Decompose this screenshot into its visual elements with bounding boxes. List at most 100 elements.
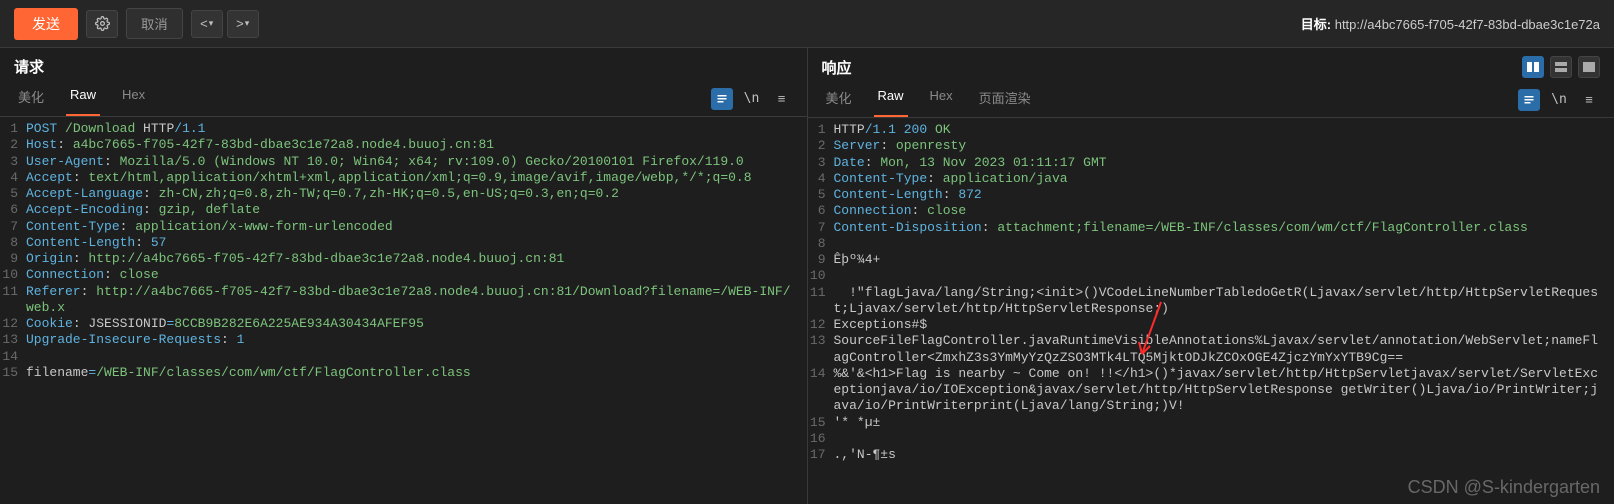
tab-hex-resp[interactable]: Hex [926,82,957,117]
menu-button-resp[interactable]: ≡ [1578,89,1600,111]
line-content [834,236,1614,252]
tab-raw-resp[interactable]: Raw [874,82,908,117]
line-number: 12 [0,316,26,332]
line-number: 10 [0,267,26,283]
line-content: Accept-Encoding: gzip, deflate [26,202,807,218]
code-line: 10 [808,268,1614,284]
line-number: 11 [0,284,26,317]
settings-button[interactable] [86,10,118,38]
line-number: 3 [808,155,834,171]
code-line: 6Accept-Encoding: gzip, deflate [0,202,807,218]
code-line: 9Êþº¾4+ [808,252,1614,268]
code-line: 10Connection: close [0,267,807,283]
line-number: 4 [808,171,834,187]
line-content [834,431,1614,447]
line-number: 7 [0,219,26,235]
actions-icon [716,93,728,105]
code-line: 8Content-Length: 57 [0,235,807,251]
request-code[interactable]: 1POST /Download HTTP/1.12Host: a4bc7665-… [0,117,807,504]
line-number: 8 [0,235,26,251]
line-number: 16 [808,431,834,447]
newline-icon: \n [744,91,760,106]
response-title: 响应 [822,57,852,78]
line-content: Host: a4bc7665-f705-42f7-83bd-dbae3c1e72… [26,137,807,153]
line-number: 3 [0,154,26,170]
line-number: 14 [808,366,834,415]
line-number: 13 [808,333,834,366]
menu-button[interactable]: ≡ [771,88,793,110]
send-button[interactable]: 发送 [14,8,78,40]
chevron-right-icon: > [236,16,244,31]
line-content: Server: openresty [834,138,1614,154]
newline-toggle[interactable]: \n [741,88,763,110]
line-number: 2 [0,137,26,153]
line-content: SourceFileFlagController.javaRuntimeVisi… [834,333,1614,366]
code-line: 7Content-Type: application/x-www-form-ur… [0,219,807,235]
line-number: 8 [808,236,834,252]
line-content: !"flagLjava/lang/String;<init>()VCodeLin… [834,285,1614,318]
actions-button-resp[interactable] [1518,89,1540,111]
layout-split-button[interactable] [1522,56,1544,78]
tab-raw[interactable]: Raw [66,81,100,116]
actions-icon [1523,94,1535,106]
response-tabs: 美化 Raw Hex 页面渲染 \n ≡ [808,82,1614,118]
line-number: 5 [0,186,26,202]
newline-toggle-resp[interactable]: \n [1548,89,1570,111]
line-content: Êþº¾4+ [834,252,1614,268]
line-number: 9 [808,252,834,268]
tab-hex[interactable]: Hex [118,81,149,116]
line-content: HTTP/1.1 200 OK [834,122,1614,138]
line-number: 15 [808,415,834,431]
line-content: Content-Type: application/x-www-form-url… [26,219,807,235]
tab-pretty[interactable]: 美化 [14,81,48,116]
line-content: Accept-Language: zh-CN,zh;q=0.8,zh-TW;q=… [26,186,807,202]
line-content: '* *µ± [834,415,1614,431]
line-content: Connection: close [26,267,807,283]
line-content: Date: Mon, 13 Nov 2023 01:11:17 GMT [834,155,1614,171]
tab-render-resp[interactable]: 页面渲染 [975,82,1035,117]
line-number: 17 [808,447,834,463]
line-number: 14 [0,349,26,365]
stack-icon [1555,62,1567,72]
code-line: 2Server: openresty [808,138,1614,154]
line-content: Cookie: JSESSIONID=8CCB9B282E6A225AE934A… [26,316,807,332]
chevron-left-icon: < [200,16,208,31]
code-line: 13SourceFileFlagController.javaRuntimeVi… [808,333,1614,366]
code-line: 4Accept: text/html,application/xhtml+xml… [0,170,807,186]
tab-pretty-resp[interactable]: 美化 [822,82,856,117]
line-content: POST /Download HTTP/1.1 [26,121,807,137]
line-number: 5 [808,187,834,203]
line-content: .,'N-¶±s [834,447,1614,463]
code-line: 3Date: Mon, 13 Nov 2023 01:11:17 GMT [808,155,1614,171]
actions-button[interactable] [711,88,733,110]
target-label: 目标: http://a4bc7665-f705-42f7-83bd-dbae3… [1301,14,1600,33]
line-number: 6 [808,203,834,219]
line-number: 7 [808,220,834,236]
request-panel: 请求 美化 Raw Hex \n ≡ 1POST /Download HTTP/… [0,48,808,504]
newline-icon: \n [1551,92,1567,107]
hamburger-icon: ≡ [778,91,786,106]
line-number: 15 [0,365,26,381]
line-number: 6 [0,202,26,218]
nav-back-button[interactable]: <▾ [191,10,223,38]
code-line: 15filename=/WEB-INF/classes/com/wm/ctf/F… [0,365,807,381]
line-number: 4 [0,170,26,186]
line-content [834,268,1614,284]
cancel-button[interactable]: 取消 [126,8,183,39]
line-number: 1 [0,121,26,137]
layout-single-button[interactable] [1578,56,1600,78]
line-content: Content-Type: application/java [834,171,1614,187]
layout-stack-button[interactable] [1550,56,1572,78]
line-number: 1 [808,122,834,138]
code-line: 5Accept-Language: zh-CN,zh;q=0.8,zh-TW;q… [0,186,807,202]
response-code[interactable]: 1HTTP/1.1 200 OK2Server: openresty3Date:… [808,118,1614,504]
code-line: 12Cookie: JSESSIONID=8CCB9B282E6A225AE93… [0,316,807,332]
code-line: 1HTTP/1.1 200 OK [808,122,1614,138]
code-line: 8 [808,236,1614,252]
code-line: 14 [0,349,807,365]
line-number: 13 [0,332,26,348]
nav-forward-button[interactable]: >▾ [227,10,259,38]
line-content: Upgrade-Insecure-Requests: 1 [26,332,807,348]
code-line: 5Content-Length: 872 [808,187,1614,203]
code-line: 16 [808,431,1614,447]
